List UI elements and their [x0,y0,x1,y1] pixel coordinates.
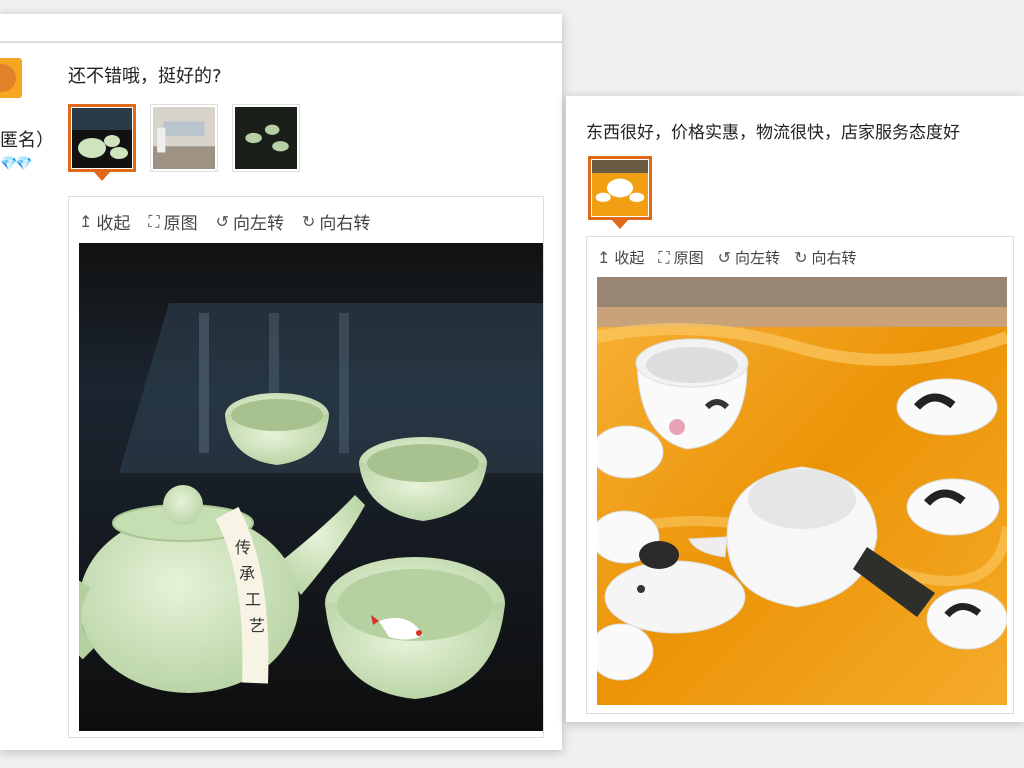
rotate-left-icon: ↺ [215,212,230,231]
divider [0,41,562,43]
teaset-thumb [72,108,132,168]
rating-hearts: 💎💎 [0,156,33,172]
rotate-right-button[interactable]: ↻ 向右转 [302,209,370,234]
expand-icon: ⛶ [148,211,160,231]
rotate-left-label: 向左转 [233,214,285,234]
arrow-up-icon: ↥ [597,248,611,267]
collapse-label: 收起 [614,249,645,267]
viewer-toolbar: ↥ 收起 ⛶ 原图 ↺ 向左转 ↻ 向右转 [79,209,370,235]
collapse-button[interactable]: ↥ 收起 [597,247,644,268]
author-name: 匿名） [0,130,54,151]
giftbox-thumb [592,160,648,216]
original-label: 原图 [673,249,704,267]
avatar[interactable] [0,58,22,98]
rotate-right-label: 向右转 [319,214,371,234]
thumbnail-1[interactable] [588,156,652,229]
review-comment: 还不错哦，挺好的? [68,66,222,87]
original-label: 原图 [163,214,198,234]
thumbnail-2[interactable] [150,104,218,172]
expand-icon: ⛶ [658,247,670,267]
celadon-teaset-photo: 传承工艺 [79,243,543,731]
thumbnail-strip [588,156,652,229]
collapse-button[interactable]: ↥ 收起 [79,209,130,234]
main-photo-gift-box-teaset[interactable] [597,277,1007,705]
rotate-right-label: 向右转 [811,249,857,267]
image-viewer: ↥ 收起 ⛶ 原图 ↺ 向左转 ↻ 向右转 [586,236,1014,714]
image-viewer: ↥ 收起 ⛶ 原图 ↺ 向左转 ↻ 向右转 [68,196,544,738]
rotate-right-icon: ↻ [302,212,316,231]
review-card-left: 匿名） 💎💎 还不错哦，挺好的? ↥ 收起 ⛶ 原图 ↺ 向左转 ↻ 向右转 传… [0,14,562,750]
rotate-left-button[interactable]: ↺ 向左转 [216,209,284,234]
rotate-right-button[interactable]: ↻ 向右转 [794,247,856,268]
main-photo-celadon-teaset[interactable]: 传承工艺 [79,243,543,731]
thumbnail-strip [68,104,300,181]
review-comment: 东西很好，价格实惠，物流很快，店家服务态度好 [586,123,960,143]
review-card-right: 东西很好，价格实惠，物流很快，店家服务态度好 ↥ 收起 ⛶ 原图 ↺ 向左转 ↻… [566,96,1024,722]
original-image-button[interactable]: ⛶ 原图 [658,247,703,268]
gift-box-teaset-photo [597,277,1007,705]
cups-thumb [235,107,297,169]
arrow-up-icon: ↥ [79,212,93,231]
collapse-label: 收起 [96,214,131,234]
room-thumb [153,107,215,169]
rotate-left-icon: ↺ [717,248,732,267]
thumbnail-1[interactable] [68,104,136,181]
viewer-toolbar: ↥ 收起 ⛶ 原图 ↺ 向左转 ↻ 向右转 [597,247,856,268]
original-image-button[interactable]: ⛶ 原图 [148,209,198,235]
rotate-left-label: 向左转 [735,249,781,267]
thumbnail-3[interactable] [232,104,300,172]
rotate-right-icon: ↻ [794,248,808,267]
rotate-left-button[interactable]: ↺ 向左转 [718,247,780,268]
